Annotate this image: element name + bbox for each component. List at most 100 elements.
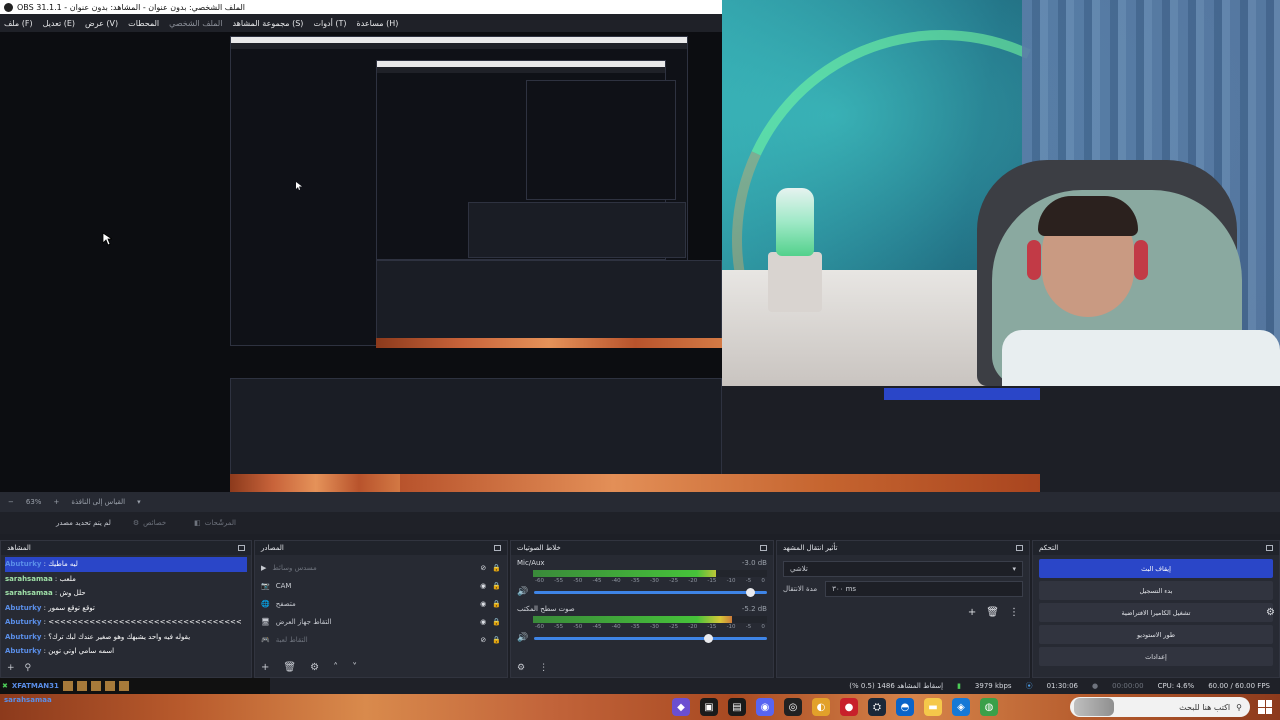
controls-dock-title: التحكم	[1039, 544, 1059, 552]
zoom-out-button[interactable]: −	[8, 498, 14, 506]
visibility-eye-icon[interactable]: ⊘	[480, 564, 486, 572]
app2-icon[interactable]: ◍	[980, 698, 998, 716]
add-scene-button[interactable]: +	[7, 663, 15, 673]
gear-icon[interactable]: ⚙	[310, 662, 319, 673]
gear-icon: ⚙	[132, 519, 140, 527]
nested-docks-2	[376, 260, 722, 340]
filter-scene-icon[interactable]: ⚲	[25, 663, 32, 673]
undock-icon[interactable]	[1266, 545, 1273, 551]
meter-tick-label: -15	[707, 578, 717, 584]
speaker-icon[interactable]: 🔊	[517, 633, 528, 643]
trash-icon[interactable]: 🗑	[986, 607, 999, 618]
discord-icon[interactable]: ◉	[756, 698, 774, 716]
meter-tick-label: -10	[726, 578, 736, 584]
terminal-icon[interactable]: ▣	[700, 698, 718, 716]
add-transition-button[interactable]: +	[968, 607, 976, 618]
undock-icon[interactable]	[760, 545, 767, 551]
chat-message[interactable]: Abuturky : ليه ماطيك	[5, 557, 247, 572]
volume-slider[interactable]	[534, 587, 767, 597]
undock-icon[interactable]	[1016, 545, 1023, 551]
menu-docks[interactable]: المحطات	[128, 19, 159, 28]
window-title-bar: OBS 31.1.1 - الملف الشخصي: بدون عنوان - …	[0, 0, 722, 14]
move-up-button[interactable]: ˄	[333, 662, 338, 673]
volume-slider-knob[interactable]	[745, 587, 755, 597]
volume-slider-knob[interactable]	[703, 633, 713, 643]
visibility-eye-icon[interactable]: ◉	[480, 600, 486, 608]
chevron-down-icon[interactable]: ▾	[137, 498, 141, 506]
source-type-icon: 📷	[261, 582, 270, 590]
add-source-button[interactable]: +	[261, 662, 269, 673]
filters-button[interactable]: ◧ المرشّحات	[188, 517, 242, 529]
store-icon[interactable]: ◈	[952, 698, 970, 716]
chat-message[interactable]: Abuturky : يقوله فيه واحد يشبهك وهو صغير…	[5, 630, 247, 645]
chat-text: ليه ماطيك	[48, 560, 78, 568]
source-item[interactable]: 🌐 متصفح ◉ 🔒	[261, 595, 501, 613]
gear-icon[interactable]: ⚙	[517, 663, 525, 673]
menu-scene-collection[interactable]: مجموعة المشاهد (S)	[232, 19, 303, 28]
volume-slider[interactable]	[534, 633, 767, 643]
stream-time: 01:30:06	[1046, 682, 1079, 690]
fader-row: 🔊	[517, 633, 767, 643]
record-app-icon[interactable]: ●	[840, 698, 858, 716]
menu-edit[interactable]: تعديل (E)	[43, 19, 75, 28]
source-label: التقاط لعبة	[275, 636, 308, 644]
scale-mode-select[interactable]: القياس إلى النافذة	[71, 498, 125, 506]
microphone	[776, 188, 814, 256]
menu-help[interactable]: مساعدة (H)	[357, 19, 399, 28]
visibility-eye-icon[interactable]: ◉	[480, 582, 486, 590]
menu-profile[interactable]: الملف الشخصي	[169, 19, 222, 28]
trash-icon[interactable]: 🗑	[283, 662, 296, 673]
menu-tools[interactable]: أدوات (T)	[313, 19, 346, 28]
meter-tick-label: -60	[535, 624, 544, 630]
mouse-cursor-icon	[102, 232, 112, 246]
properties-button[interactable]: ⚙ خصائص	[127, 517, 172, 529]
gear-icon[interactable]: ⚙	[1266, 607, 1275, 618]
more-menu-icon[interactable]: ⋮	[1009, 607, 1019, 618]
windows-start-icon[interactable]	[1258, 700, 1272, 714]
lock-icon[interactable]: 🔒	[492, 636, 501, 644]
lock-icon[interactable]: 🔒	[492, 582, 501, 590]
meter-tick-label: -40	[611, 624, 621, 630]
more-menu-icon[interactable]: ⋮	[539, 663, 548, 673]
source-item[interactable]: ▶ مسدس وسائط ⊘ 🔒	[261, 559, 501, 577]
chrome-icon[interactable]: ◐	[812, 698, 830, 716]
chat-message[interactable]: sarahsamaa : ملعب	[5, 572, 247, 587]
meter-tick-label: -20	[688, 578, 698, 584]
menu-file[interactable]: ملف (F)	[4, 19, 33, 28]
meter-tick-label: -20	[688, 624, 698, 630]
duration-input[interactable]: ٣٠٠ ms	[825, 581, 1023, 597]
transition-select[interactable]: تلاشي ▾	[783, 561, 1023, 577]
taskbar-search[interactable]: اكتب هنا للبحث ⚲	[1070, 697, 1250, 717]
steam-icon[interactable]: ⛭	[868, 698, 886, 716]
chat-message[interactable]: Abuturky : اسمه سامي اوتي توين	[5, 644, 247, 659]
source-item[interactable]: 📷 CAM ◉ 🔒	[261, 577, 501, 595]
studio-mode-button[interactable]: طور الاستوديو	[1039, 625, 1273, 644]
obs-icon[interactable]: ◎	[784, 698, 802, 716]
stop-streaming-button[interactable]: إيقاف البث	[1039, 559, 1273, 578]
chat-message[interactable]: Abuturky : توقع توقع سمور	[5, 601, 247, 616]
chat-message[interactable]: Abuturky : <<<<<<<<<<<<<<<<<<<<<<<<<<<<<…	[5, 615, 247, 630]
chat-message[interactable]: sarahsamaa : حلل وش	[5, 586, 247, 601]
speaker-icon[interactable]: 🔊	[517, 587, 528, 597]
folder-icon[interactable]: ▬	[924, 698, 942, 716]
preview-canvas[interactable]	[0, 32, 722, 492]
source-item[interactable]: 🎮 التقاط لعبة ⊘ 🔒	[261, 631, 501, 649]
zoom-in-button[interactable]: +	[53, 498, 59, 506]
lock-icon[interactable]: 🔒	[492, 564, 501, 572]
emote-icon	[118, 681, 129, 691]
move-down-button[interactable]: ˅	[352, 662, 357, 673]
twitch-icon[interactable]: ◆	[672, 698, 690, 716]
lock-icon[interactable]: 🔒	[492, 600, 501, 608]
app-icon[interactable]: ▤	[728, 698, 746, 716]
settings-button[interactable]: إعدادات	[1039, 647, 1273, 666]
visibility-eye-icon[interactable]: ⊘	[480, 636, 486, 644]
undock-icon[interactable]	[238, 545, 245, 551]
visibility-eye-icon[interactable]: ◉	[480, 618, 486, 626]
undock-icon[interactable]	[494, 545, 501, 551]
edge-icon[interactable]: ◓	[896, 698, 914, 716]
menu-view[interactable]: عرض (V)	[85, 19, 118, 28]
virtual-camera-button[interactable]: تشغيل الكاميرا الافتراضية ⚙	[1039, 603, 1275, 622]
source-item[interactable]: 🖥 التقاط جهاز العرض ◉ 🔒	[261, 613, 501, 631]
start-recording-button[interactable]: بدء التسجيل	[1039, 581, 1273, 600]
lock-icon[interactable]: 🔒	[492, 618, 501, 626]
